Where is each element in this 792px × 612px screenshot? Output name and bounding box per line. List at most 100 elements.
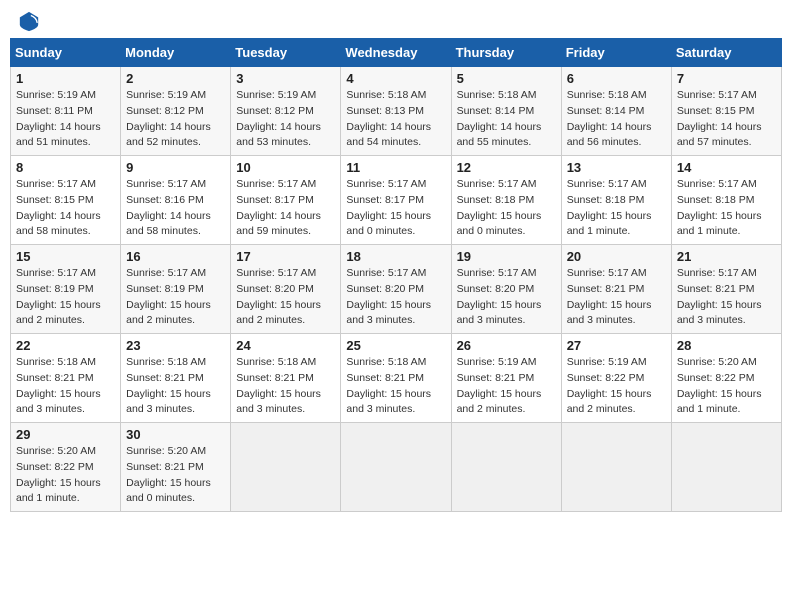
week-row-2: 8 Sunrise: 5:17 AMSunset: 8:15 PMDaylight… bbox=[11, 156, 782, 245]
calendar-cell bbox=[231, 423, 341, 512]
day-number: 27 bbox=[567, 338, 666, 353]
day-info: Sunrise: 5:18 AMSunset: 8:13 PMDaylight:… bbox=[346, 88, 445, 151]
calendar-cell: 4 Sunrise: 5:18 AMSunset: 8:13 PMDaylight… bbox=[341, 67, 451, 156]
day-info: Sunrise: 5:17 AMSunset: 8:18 PMDaylight:… bbox=[457, 177, 556, 240]
day-info: Sunrise: 5:20 AMSunset: 8:22 PMDaylight:… bbox=[677, 355, 776, 418]
day-number: 18 bbox=[346, 249, 445, 264]
day-info: Sunrise: 5:18 AMSunset: 8:14 PMDaylight:… bbox=[457, 88, 556, 151]
day-number: 4 bbox=[346, 71, 445, 86]
day-info: Sunrise: 5:19 AMSunset: 8:21 PMDaylight:… bbox=[457, 355, 556, 418]
calendar-cell: 26 Sunrise: 5:19 AMSunset: 8:21 PMDayligh… bbox=[451, 334, 561, 423]
calendar-cell: 16Sunrise: 5:17 AMSunset: 8:19 PMDayligh… bbox=[121, 245, 231, 334]
day-number: 23 bbox=[126, 338, 225, 353]
calendar-cell: 9 Sunrise: 5:17 AMSunset: 8:16 PMDaylight… bbox=[121, 156, 231, 245]
day-info: Sunrise: 5:17 AMSunset: 8:19 PMDaylight:… bbox=[126, 266, 225, 329]
calendar-cell bbox=[561, 423, 671, 512]
calendar-cell: 15Sunrise: 5:17 AMSunset: 8:19 PMDayligh… bbox=[11, 245, 121, 334]
week-row-3: 15Sunrise: 5:17 AMSunset: 8:19 PMDayligh… bbox=[11, 245, 782, 334]
calendar-cell: 12 Sunrise: 5:17 AMSunset: 8:18 PMDayligh… bbox=[451, 156, 561, 245]
day-number: 13 bbox=[567, 160, 666, 175]
calendar-cell: 10 Sunrise: 5:17 AMSunset: 8:17 PMDayligh… bbox=[231, 156, 341, 245]
calendar-cell: 23 Sunrise: 5:18 AMSunset: 8:21 PMDayligh… bbox=[121, 334, 231, 423]
day-number: 20 bbox=[567, 249, 666, 264]
day-info: Sunrise: 5:19 AMSunset: 8:11 PMDaylight:… bbox=[16, 88, 115, 151]
calendar-cell: 14Sunrise: 5:17 AMSunset: 8:18 PMDayligh… bbox=[671, 156, 781, 245]
day-number: 29 bbox=[16, 427, 115, 442]
day-info: Sunrise: 5:17 AMSunset: 8:15 PMDaylight:… bbox=[677, 88, 776, 151]
calendar-cell: 2 Sunrise: 5:19 AMSunset: 8:12 PMDaylight… bbox=[121, 67, 231, 156]
day-info: Sunrise: 5:19 AMSunset: 8:22 PMDaylight:… bbox=[567, 355, 666, 418]
weekday-header-tuesday: Tuesday bbox=[231, 39, 341, 67]
day-info: Sunrise: 5:20 AMSunset: 8:22 PMDaylight:… bbox=[16, 444, 115, 507]
day-number: 7 bbox=[677, 71, 776, 86]
day-info: Sunrise: 5:17 AMSunset: 8:20 PMDaylight:… bbox=[457, 266, 556, 329]
calendar-cell: 11Sunrise: 5:17 AMSunset: 8:17 PMDayligh… bbox=[341, 156, 451, 245]
calendar-cell: 29 Sunrise: 5:20 AMSunset: 8:22 PMDayligh… bbox=[11, 423, 121, 512]
calendar-cell: 7 Sunrise: 5:17 AMSunset: 8:15 PMDaylight… bbox=[671, 67, 781, 156]
calendar-cell: 3 Sunrise: 5:19 AMSunset: 8:12 PMDaylight… bbox=[231, 67, 341, 156]
day-number: 17 bbox=[236, 249, 335, 264]
calendar-cell: 21 Sunrise: 5:17 AMSunset: 8:21 PMDayligh… bbox=[671, 245, 781, 334]
weekday-header-monday: Monday bbox=[121, 39, 231, 67]
header bbox=[10, 10, 782, 30]
weekday-header-row: SundayMondayTuesdayWednesdayThursdayFrid… bbox=[11, 39, 782, 67]
calendar-table: SundayMondayTuesdayWednesdayThursdayFrid… bbox=[10, 38, 782, 512]
day-info: Sunrise: 5:17 AMSunset: 8:20 PMDaylight:… bbox=[236, 266, 335, 329]
day-number: 26 bbox=[457, 338, 556, 353]
calendar-cell bbox=[451, 423, 561, 512]
day-info: Sunrise: 5:17 AMSunset: 8:21 PMDaylight:… bbox=[677, 266, 776, 329]
logo bbox=[14, 10, 40, 30]
weekday-header-sunday: Sunday bbox=[11, 39, 121, 67]
calendar-cell: 1 Sunrise: 5:19 AMSunset: 8:11 PMDaylight… bbox=[11, 67, 121, 156]
day-info: Sunrise: 5:18 AMSunset: 8:21 PMDaylight:… bbox=[126, 355, 225, 418]
calendar-cell bbox=[341, 423, 451, 512]
weekday-header-friday: Friday bbox=[561, 39, 671, 67]
week-row-1: 1 Sunrise: 5:19 AMSunset: 8:11 PMDaylight… bbox=[11, 67, 782, 156]
logo-icon bbox=[18, 10, 40, 32]
calendar-cell: 27 Sunrise: 5:19 AMSunset: 8:22 PMDayligh… bbox=[561, 334, 671, 423]
day-number: 1 bbox=[16, 71, 115, 86]
day-info: Sunrise: 5:18 AMSunset: 8:21 PMDaylight:… bbox=[346, 355, 445, 418]
day-number: 2 bbox=[126, 71, 225, 86]
calendar-cell bbox=[671, 423, 781, 512]
day-number: 11 bbox=[346, 160, 445, 175]
day-info: Sunrise: 5:17 AMSunset: 8:21 PMDaylight:… bbox=[567, 266, 666, 329]
day-info: Sunrise: 5:20 AMSunset: 8:21 PMDaylight:… bbox=[126, 444, 225, 507]
week-row-4: 22 Sunrise: 5:18 AMSunset: 8:21 PMDayligh… bbox=[11, 334, 782, 423]
calendar-cell: 6Sunrise: 5:18 AMSunset: 8:14 PMDaylight… bbox=[561, 67, 671, 156]
day-number: 10 bbox=[236, 160, 335, 175]
calendar-cell: 5 Sunrise: 5:18 AMSunset: 8:14 PMDaylight… bbox=[451, 67, 561, 156]
weekday-header-thursday: Thursday bbox=[451, 39, 561, 67]
calendar-cell: 20 Sunrise: 5:17 AMSunset: 8:21 PMDayligh… bbox=[561, 245, 671, 334]
day-info: Sunrise: 5:17 AMSunset: 8:15 PMDaylight:… bbox=[16, 177, 115, 240]
day-info: Sunrise: 5:17 AMSunset: 8:20 PMDaylight:… bbox=[346, 266, 445, 329]
calendar-cell: 19 Sunrise: 5:17 AMSunset: 8:20 PMDayligh… bbox=[451, 245, 561, 334]
weekday-header-wednesday: Wednesday bbox=[341, 39, 451, 67]
day-number: 24 bbox=[236, 338, 335, 353]
day-number: 12 bbox=[457, 160, 556, 175]
calendar-cell: 8 Sunrise: 5:17 AMSunset: 8:15 PMDaylight… bbox=[11, 156, 121, 245]
day-info: Sunrise: 5:19 AMSunset: 8:12 PMDaylight:… bbox=[236, 88, 335, 151]
day-number: 3 bbox=[236, 71, 335, 86]
calendar-cell: 13 Sunrise: 5:17 AMSunset: 8:18 PMDayligh… bbox=[561, 156, 671, 245]
day-info: Sunrise: 5:17 AMSunset: 8:17 PMDaylight:… bbox=[236, 177, 335, 240]
day-number: 30 bbox=[126, 427, 225, 442]
calendar-cell: 22Sunrise: 5:18 AMSunset: 8:21 PMDayligh… bbox=[11, 334, 121, 423]
calendar-cell: 18 Sunrise: 5:17 AMSunset: 8:20 PMDayligh… bbox=[341, 245, 451, 334]
day-info: Sunrise: 5:17 AMSunset: 8:16 PMDaylight:… bbox=[126, 177, 225, 240]
day-number: 9 bbox=[126, 160, 225, 175]
day-number: 22 bbox=[16, 338, 115, 353]
day-number: 19 bbox=[457, 249, 556, 264]
day-info: Sunrise: 5:17 AMSunset: 8:18 PMDaylight:… bbox=[567, 177, 666, 240]
week-row-5: 29 Sunrise: 5:20 AMSunset: 8:22 PMDayligh… bbox=[11, 423, 782, 512]
day-number: 5 bbox=[457, 71, 556, 86]
calendar-cell: 24 Sunrise: 5:18 AMSunset: 8:21 PMDayligh… bbox=[231, 334, 341, 423]
day-info: Sunrise: 5:18 AMSunset: 8:21 PMDaylight:… bbox=[236, 355, 335, 418]
day-info: Sunrise: 5:17 AMSunset: 8:19 PMDaylight:… bbox=[16, 266, 115, 329]
day-number: 21 bbox=[677, 249, 776, 264]
calendar-cell: 25Sunrise: 5:18 AMSunset: 8:21 PMDayligh… bbox=[341, 334, 451, 423]
calendar-cell: 30 Sunrise: 5:20 AMSunset: 8:21 PMDayligh… bbox=[121, 423, 231, 512]
day-number: 8 bbox=[16, 160, 115, 175]
day-number: 14 bbox=[677, 160, 776, 175]
day-info: Sunrise: 5:19 AMSunset: 8:12 PMDaylight:… bbox=[126, 88, 225, 151]
